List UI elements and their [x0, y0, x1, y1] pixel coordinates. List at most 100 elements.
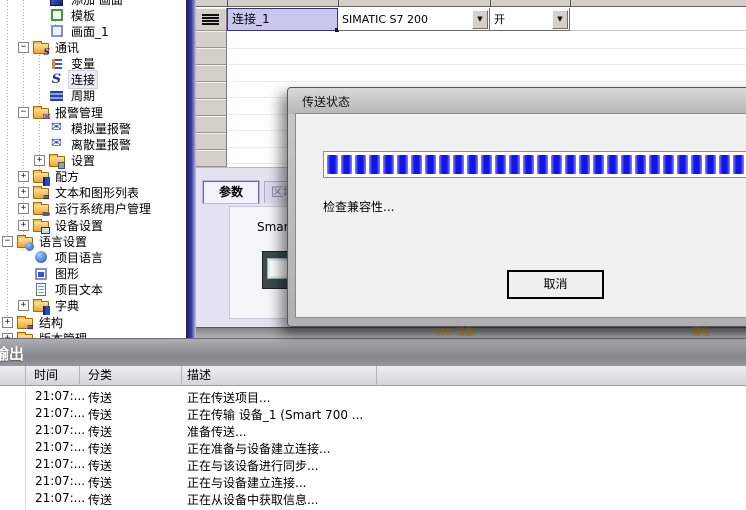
progress-block	[537, 155, 548, 174]
row-header-cell[interactable]	[196, 31, 226, 48]
row-header-cell[interactable]	[196, 99, 226, 116]
tab-parameters[interactable]: 参数	[203, 181, 259, 203]
folder-version-icon	[16, 331, 33, 338]
tree-item[interactable]: −S通讯	[0, 39, 186, 55]
tree-item[interactable]: S连接	[0, 72, 186, 88]
folder-comm-icon: S	[32, 40, 49, 55]
folder-struct-icon: ≡	[16, 315, 33, 330]
progress-block	[467, 155, 478, 174]
tree-item[interactable]: 图形	[0, 266, 186, 282]
collapse-box-icon[interactable]: −	[2, 236, 13, 247]
progress-block	[509, 155, 520, 174]
log-description: 正在传输 设备_1 (Smart 700 ...	[187, 406, 363, 423]
tree-item[interactable]: 项目文本	[0, 282, 186, 298]
tree-item[interactable]: 模板	[0, 7, 186, 23]
output-log-row[interactable]: 21:07:...传送 正在传输 设备_1 (Smart 700 ...	[0, 405, 746, 422]
progress-block	[439, 155, 450, 174]
progress-block	[663, 155, 674, 174]
progress-block	[733, 155, 744, 174]
expand-box-icon[interactable]: +	[2, 317, 13, 328]
expand-box-icon[interactable]: +	[18, 220, 29, 231]
log-category: 传送	[88, 474, 112, 491]
tree-item[interactable]: +≡结构	[0, 314, 186, 330]
progress-block	[425, 155, 436, 174]
tree-item[interactable]: 变量	[0, 56, 186, 72]
tree-item[interactable]: ✉离散量报警	[0, 136, 186, 152]
tree-item-label: 连接	[69, 71, 97, 88]
row-header-cell[interactable]	[196, 116, 226, 133]
tree-item-label: 周期	[69, 87, 97, 104]
tree-item[interactable]: + 运行系统用户管理	[0, 201, 186, 217]
progress-block	[635, 155, 646, 174]
log-description: 正在传送项目...	[187, 389, 270, 406]
row-header-cell[interactable]	[196, 48, 226, 65]
driver-combobox[interactable]: SIMATIC S7 200 ▼	[338, 8, 490, 31]
dropdown-arrow-icon[interactable]: ▼	[472, 10, 488, 29]
dropdown-arrow-icon[interactable]: ▼	[552, 10, 568, 29]
row-header-cell[interactable]	[196, 133, 226, 150]
tree-item[interactable]: ✉模拟量报警	[0, 120, 186, 136]
tree-item[interactable]: 周期	[0, 88, 186, 104]
background-pane-title: HMI 设备	[433, 329, 474, 338]
driver-value[interactable]: SIMATIC S7 200	[338, 13, 471, 26]
output-log-row[interactable]: 21:07:...传送正在传送项目...	[0, 388, 746, 405]
expand-box-icon[interactable]: +	[18, 187, 29, 198]
log-category: 传送	[88, 406, 112, 423]
log-category: 传送	[88, 491, 112, 508]
online-combobox[interactable]: 开 ▼	[490, 8, 570, 31]
expand-box-icon[interactable]: +	[18, 300, 29, 311]
expand-box-icon[interactable]: +	[34, 155, 45, 166]
collapse-box-icon[interactable]: −	[18, 107, 29, 118]
row-header-cell[interactable]	[196, 82, 226, 99]
row-header-selected[interactable]	[196, 8, 226, 31]
expand-box-icon[interactable]: +	[18, 203, 29, 214]
column-category[interactable]: 分类	[80, 366, 182, 386]
connection-name-cell[interactable]: 连接_1	[227, 8, 338, 31]
output-log-row[interactable]: 21:07:...传送正在与该设备进行同步...	[0, 456, 746, 473]
tree-item[interactable]: −✉报警管理	[0, 104, 186, 120]
tree-item[interactable]: 画面_1	[0, 23, 186, 39]
tree-item[interactable]: +≡文本和图形列表	[0, 185, 186, 201]
output-log-row[interactable]: 21:07:...传送准备传送...	[0, 422, 746, 439]
cancel-button[interactable]: 取消	[507, 270, 604, 299]
online-value[interactable]: 开	[490, 11, 551, 27]
row-header-cell[interactable]	[196, 65, 226, 82]
progress-block	[593, 155, 604, 174]
progress-block	[481, 155, 492, 174]
output-log-row[interactable]: 21:07:...传送正在准备与设备建立连接...	[0, 439, 746, 456]
tree-item-label: 设置	[69, 152, 97, 169]
tree-item[interactable]: +字典	[0, 298, 186, 314]
column-description[interactable]: 描述	[182, 366, 377, 386]
folder-alarm-icon: ✉	[32, 105, 49, 120]
tree-item-label: 运行系统用户管理	[53, 200, 153, 217]
screen-icon	[48, 24, 65, 39]
tree-item-label: 画面_1	[69, 23, 111, 40]
column-time[interactable]: 时间	[26, 366, 80, 386]
log-time: 21:07:...	[35, 406, 85, 420]
alarm-analog-icon: ✉	[48, 121, 65, 136]
expand-box-icon[interactable]: +	[18, 171, 29, 182]
collapse-box-icon[interactable]: −	[18, 42, 29, 53]
folder-user-icon	[32, 201, 49, 216]
tree-item[interactable]: 项目语言	[0, 249, 186, 265]
tree-item[interactable]: +配方	[0, 169, 186, 185]
background-title-bar: HMI 设备 属性	[196, 327, 746, 338]
project-tree: 添加 画面模板画面_1−S通讯变量S连接周期−✉报警管理✉模拟量报警✉离散量报警…	[0, 0, 186, 338]
pane-splitter[interactable]	[186, 0, 196, 338]
log-time: 21:07:...	[35, 474, 85, 488]
tree-item-label: 模板	[69, 7, 97, 24]
tree-item[interactable]: +设备设置	[0, 217, 186, 233]
tree-item[interactable]: +版本管理	[0, 330, 186, 338]
row-header-cell[interactable]	[196, 150, 226, 167]
log-description: 正在从设备中获取信息...	[187, 491, 318, 508]
progress-block	[649, 155, 660, 174]
output-log-row[interactable]: 21:07:...传送正在从设备中获取信息...	[0, 490, 746, 507]
tree-item[interactable]: −语言设置	[0, 233, 186, 249]
add-screen-icon	[48, 0, 65, 7]
column-icon	[0, 366, 26, 386]
folder-lang-icon	[16, 234, 33, 249]
progress-bar	[323, 151, 746, 178]
folder-settings-icon	[48, 153, 65, 168]
tree-item[interactable]: + 设置	[0, 153, 186, 169]
output-log-row[interactable]: 21:07:...传送正在与设备建立连接...	[0, 473, 746, 490]
